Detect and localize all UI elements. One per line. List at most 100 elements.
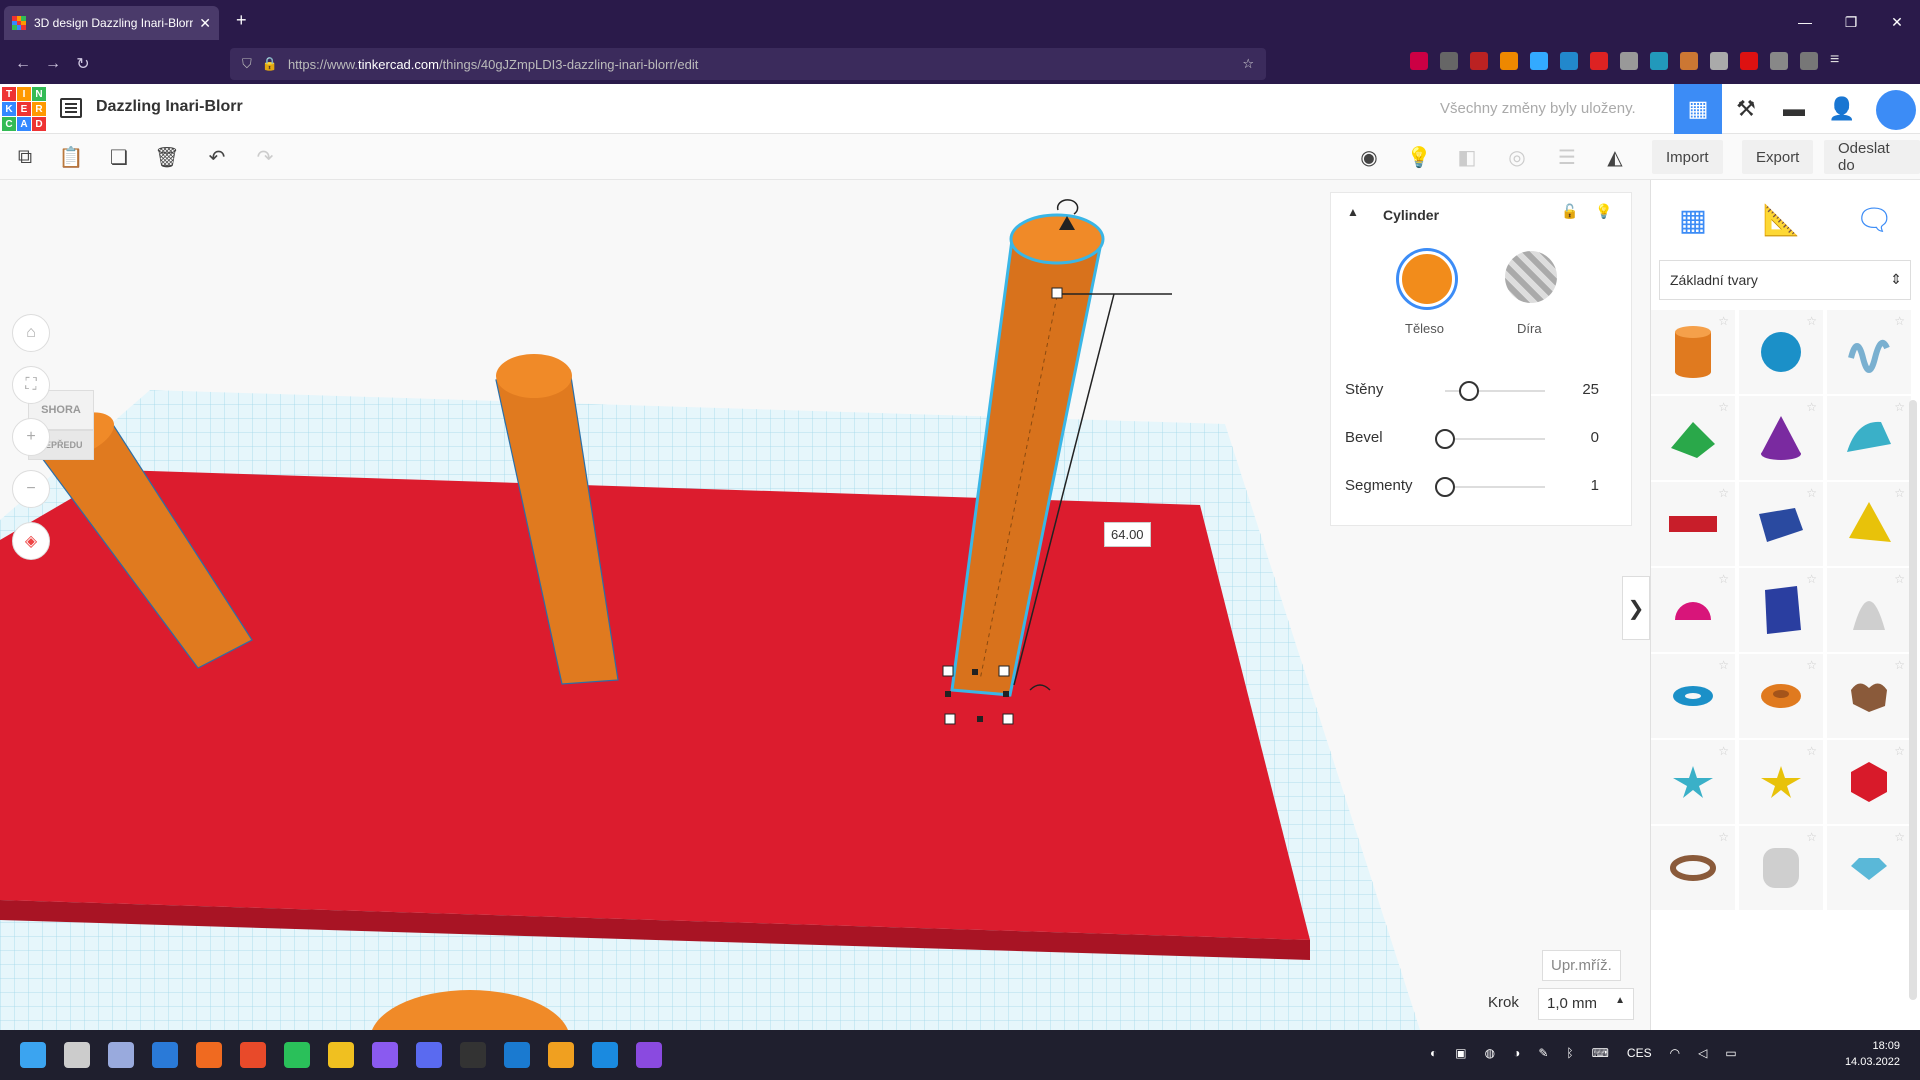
send-to-button[interactable]: Odeslat do	[1824, 140, 1920, 174]
redo-icon[interactable]: ↷	[250, 142, 280, 172]
workplane-grid-icon[interactable]: ▦	[1679, 203, 1707, 238]
show-all-icon[interactable]: ◉	[1354, 142, 1384, 172]
shape-round-roof[interactable]: ☆	[1827, 396, 1911, 480]
export-button[interactable]: Export	[1742, 140, 1814, 174]
shape-torus[interactable]: ☆	[1651, 654, 1735, 738]
shape-pyramid[interactable]: ☆	[1827, 482, 1911, 566]
align-icon[interactable]: ☰	[1552, 142, 1582, 172]
group-icon[interactable]: ◧	[1452, 142, 1482, 172]
shape-heart[interactable]: ☆	[1827, 654, 1911, 738]
download-icon[interactable]	[1440, 52, 1458, 70]
perspective-icon[interactable]: ◈	[12, 522, 50, 560]
volume-icon[interactable]: ◁	[1698, 1046, 1707, 1060]
favorite-star-icon[interactable]: ☆	[1806, 744, 1817, 758]
tray-icon[interactable]: ▣	[1455, 1046, 1466, 1060]
corner-handle[interactable]	[944, 713, 956, 725]
close-tab-icon[interactable]: ✕	[199, 15, 211, 32]
slider-track[interactable]	[1445, 438, 1545, 440]
ungroup-icon[interactable]: ◎	[1502, 142, 1532, 172]
windows-start-icon[interactable]	[20, 1042, 46, 1068]
snap-grid-select[interactable]: 1,0 mm ▲	[1538, 988, 1634, 1020]
design-title[interactable]: Dazzling Inari-Blorr	[96, 98, 243, 116]
avatar[interactable]	[1876, 90, 1916, 130]
terminal-icon[interactable]	[460, 1042, 486, 1068]
pocket-icon[interactable]	[1410, 52, 1428, 70]
favorite-star-icon[interactable]: ☆	[1718, 486, 1729, 500]
tray-icon[interactable]: ✎	[1538, 1046, 1548, 1060]
hole-swatch[interactable]	[1505, 251, 1557, 303]
slider-knob[interactable]	[1459, 381, 1479, 401]
favorite-star-icon[interactable]: ☆	[1806, 830, 1817, 844]
prop-value[interactable]: 1	[1591, 477, 1599, 494]
forward-icon[interactable]: →	[38, 55, 68, 73]
favorite-star-icon[interactable]: ☆	[1894, 400, 1905, 414]
tray-icon[interactable]: ◍	[1485, 1046, 1495, 1060]
task-view-icon[interactable]	[64, 1042, 90, 1068]
favorite-star-icon[interactable]: ☆	[1718, 400, 1729, 414]
app-f-icon[interactable]	[548, 1042, 574, 1068]
edge-handle[interactable]	[977, 716, 983, 722]
favorite-star-icon[interactable]: ☆	[1894, 486, 1905, 500]
favorite-star-icon[interactable]: ☆	[1894, 744, 1905, 758]
ext-icon[interactable]	[1680, 52, 1698, 70]
shape-tube[interactable]: ☆	[1739, 654, 1823, 738]
bricks-icon[interactable]: ▬	[1770, 84, 1818, 134]
mirror-icon[interactable]: ◭	[1600, 142, 1630, 172]
favorite-star-icon[interactable]: ☆	[1718, 744, 1729, 758]
ext-icon[interactable]	[1560, 52, 1578, 70]
zoom-in-icon[interactable]: +	[12, 418, 50, 456]
shape-rounded-box[interactable]: ☆	[1739, 826, 1823, 910]
edge-handle[interactable]	[945, 691, 951, 697]
favorite-star-icon[interactable]: ☆	[1894, 572, 1905, 586]
shape-icosahedron[interactable]: ☆	[1827, 740, 1911, 824]
new-tab-button[interactable]: +	[236, 10, 247, 31]
ext-icon[interactable]	[1800, 52, 1818, 70]
shape-half-sphere[interactable]: ☆	[1651, 568, 1735, 652]
shape-category-select[interactable]: Základní tvary ⇕	[1659, 260, 1911, 300]
expand-panel-chevron-icon[interactable]: ❯	[1622, 576, 1650, 640]
design-list-icon[interactable]	[60, 98, 82, 118]
slider-knob[interactable]	[1435, 477, 1455, 497]
undo-icon[interactable]: ↶	[202, 142, 232, 172]
ext-icon[interactable]	[1620, 52, 1638, 70]
ext-icon[interactable]	[1530, 52, 1548, 70]
favorite-star-icon[interactable]: ☆	[1806, 658, 1817, 672]
favorite-star-icon[interactable]: ☆	[1718, 658, 1729, 672]
codeblocks-icon[interactable]: ⚒	[1722, 84, 1770, 134]
import-button[interactable]: Import	[1652, 140, 1723, 174]
language-indicator[interactable]: CES	[1627, 1046, 1652, 1060]
clock[interactable]: 18:09 14.03.2022	[1845, 1038, 1900, 1070]
ext-icon[interactable]	[1650, 52, 1668, 70]
hide-bulb-icon[interactable]: 💡	[1404, 142, 1434, 172]
library-scrollbar[interactable]	[1909, 400, 1917, 1000]
discord-icon[interactable]	[416, 1042, 442, 1068]
shape-sphere[interactable]: ☆	[1739, 310, 1823, 394]
top-handle[interactable]	[1051, 287, 1063, 299]
shape-box[interactable]: ☆	[1739, 482, 1823, 566]
whatsapp-icon[interactable]	[284, 1042, 310, 1068]
firefox-icon[interactable]	[196, 1042, 222, 1068]
delete-icon[interactable]: 🗑	[152, 142, 182, 172]
ruler-icon[interactable]: 📐	[1762, 203, 1799, 238]
tray-icon[interactable]: ◑	[1513, 1046, 1520, 1060]
favorite-star-icon[interactable]: ☆	[1806, 314, 1817, 328]
shape-star[interactable]: ☆	[1651, 740, 1735, 824]
corner-handle[interactable]	[942, 665, 954, 677]
favorite-star-icon[interactable]: ☆	[1718, 572, 1729, 586]
favorite-star-icon[interactable]: ☆	[1718, 314, 1729, 328]
ext-icon[interactable]	[1740, 52, 1758, 70]
vscode-icon[interactable]	[592, 1042, 618, 1068]
favorite-star-icon[interactable]: ☆	[1806, 572, 1817, 586]
brave-icon[interactable]	[240, 1042, 266, 1068]
paste-icon[interactable]: 📋	[56, 142, 86, 172]
lock-icon[interactable]: 🔓	[1561, 203, 1578, 220]
slider-knob[interactable]	[1435, 429, 1455, 449]
reload-icon[interactable]: ↻	[68, 54, 98, 74]
edge-handle[interactable]	[972, 669, 978, 675]
bluetooth-icon[interactable]: ᛒ	[1566, 1046, 1573, 1060]
edge-handle[interactable]	[1003, 691, 1009, 697]
bookmark-star-icon[interactable]: ☆	[1242, 56, 1254, 72]
shape-text[interactable]: ☆	[1651, 482, 1735, 566]
solid-color-swatch[interactable]	[1399, 251, 1455, 307]
back-icon[interactable]: ←	[8, 55, 38, 73]
